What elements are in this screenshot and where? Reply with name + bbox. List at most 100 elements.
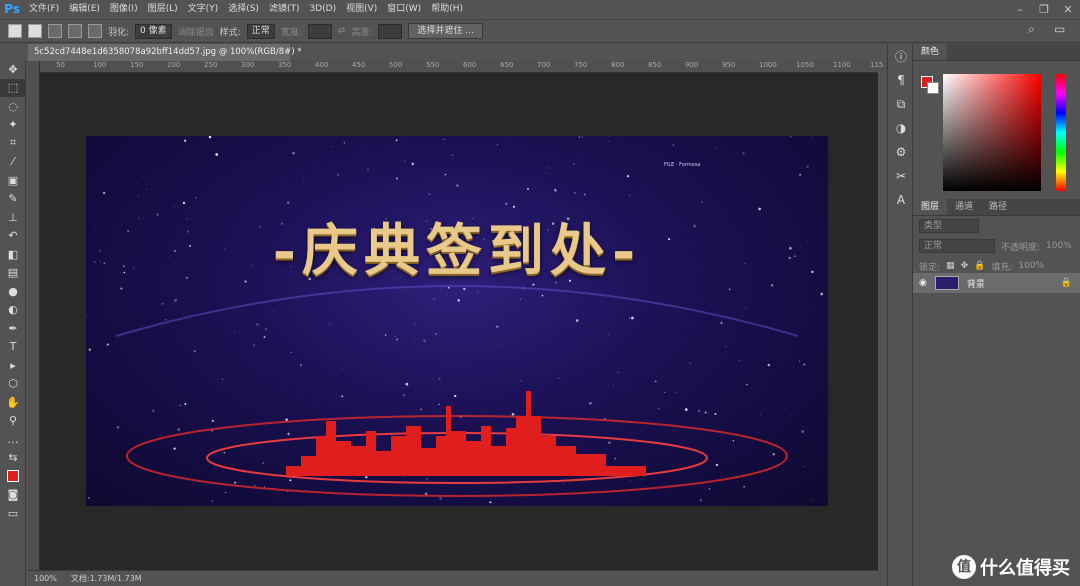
healing-brush-tool-icon[interactable]: ▣ xyxy=(0,171,26,190)
close-icon[interactable]: ✕ xyxy=(1056,0,1080,19)
new-selection-icon[interactable] xyxy=(28,24,42,38)
history-icon[interactable]: ⧉ xyxy=(888,92,914,116)
opacity-value[interactable]: 100% xyxy=(1046,241,1072,251)
layer-row-background[interactable]: ◉ 背景 🔒 xyxy=(913,273,1080,293)
tools-icon[interactable]: ✂ xyxy=(888,164,914,188)
layer-name[interactable]: 背景 xyxy=(967,277,985,290)
pen-tool-icon[interactable]: ✒ xyxy=(0,319,26,338)
ruler-tick: 250 xyxy=(204,61,218,69)
hue-slider[interactable] xyxy=(1056,74,1066,191)
document-image[interactable]: FILE · Formosa -庆典签到处- xyxy=(86,136,828,506)
search-icon[interactable]: ⌕ xyxy=(1028,22,1044,38)
ruler-tick: 1050 xyxy=(796,61,814,69)
width-input[interactable] xyxy=(307,23,332,39)
swap-colors-icon[interactable]: ⇆ xyxy=(0,449,26,468)
character-icon[interactable]: A xyxy=(888,188,914,212)
menu-select[interactable]: 选择(S) xyxy=(223,0,264,19)
opacity-label: 不透明度: xyxy=(1001,242,1041,253)
zoom-level[interactable]: 100% xyxy=(34,574,57,583)
menu-help[interactable]: 帮助(H) xyxy=(426,0,468,19)
workspace-icon[interactable]: ▭ xyxy=(1054,22,1070,38)
eraser-tool-icon[interactable]: ◧ xyxy=(0,245,26,264)
subtract-selection-icon[interactable] xyxy=(68,24,82,38)
tab-paths[interactable]: 路径 xyxy=(981,199,1015,215)
foreground-color-swatch[interactable] xyxy=(0,467,26,486)
star xyxy=(411,162,415,166)
zoom-tool-icon[interactable]: ⚲ xyxy=(0,412,26,431)
menu-window[interactable]: 窗口(W) xyxy=(382,0,426,19)
menu-view[interactable]: 视图(V) xyxy=(341,0,382,19)
fill-value[interactable]: 100% xyxy=(1018,261,1044,271)
dodge-tool-icon[interactable]: ◐ xyxy=(0,301,26,320)
star xyxy=(426,478,429,481)
intersect-selection-icon[interactable] xyxy=(88,24,102,38)
magic-wand-tool-icon[interactable]: ✦ xyxy=(0,116,26,135)
horizontal-ruler: 50 100 150 200 250 300 350 400 450 500 550 600 650 70… xyxy=(28,61,883,73)
path-selection-tool-icon[interactable]: ▸ xyxy=(0,356,26,375)
star xyxy=(395,139,398,142)
lasso-tool-icon[interactable]: ◌ xyxy=(0,97,26,116)
select-and-mask-button[interactable]: 选择并遮住 ... xyxy=(408,23,483,39)
blend-mode-select[interactable]: 正常 xyxy=(919,239,995,253)
lock-all-icon[interactable]: 🔒 xyxy=(974,261,985,271)
star xyxy=(701,201,703,203)
lock-position-icon[interactable]: ✥ xyxy=(961,261,969,271)
marquee-tool-icon[interactable]: ⬚ xyxy=(0,78,26,97)
star xyxy=(664,391,666,393)
star xyxy=(120,287,123,290)
minimize-icon[interactable]: – xyxy=(1008,0,1032,19)
gradient-tool-icon[interactable]: ▤ xyxy=(0,264,26,283)
marquee-tool-icon[interactable] xyxy=(8,24,22,38)
tab-layers[interactable]: 图层 xyxy=(913,199,948,215)
maximize-icon[interactable]: ❐ xyxy=(1032,0,1056,19)
color-field[interactable] xyxy=(943,74,1041,191)
ruler-tick: 900 xyxy=(685,61,699,69)
move-tool-icon[interactable]: ✥ xyxy=(0,60,26,79)
adjustments-icon[interactable]: ◑ xyxy=(888,116,914,140)
menu-layer[interactable]: 图层(L) xyxy=(143,0,183,19)
properties-icon[interactable]: ⚙ xyxy=(888,140,914,164)
menu-3d[interactable]: 3D(D) xyxy=(304,0,341,19)
menu-image[interactable]: 图像(I) xyxy=(105,0,143,19)
star xyxy=(404,476,406,478)
height-input[interactable] xyxy=(378,23,403,39)
star xyxy=(434,333,437,336)
shape-tool-icon[interactable]: ⬡ xyxy=(0,375,26,394)
tab-color[interactable]: 颜色 xyxy=(913,44,948,60)
document-tab[interactable]: 5c52cd7448e1d6358078a92bff14dd57.jpg @ 1… xyxy=(28,44,302,61)
background-swatch[interactable] xyxy=(927,82,939,94)
star xyxy=(341,368,343,370)
ruler-tick: 350 xyxy=(278,61,292,69)
menu-file[interactable]: 文件(F) xyxy=(24,0,64,19)
type-tool-icon[interactable]: T xyxy=(0,338,26,357)
info-icon[interactable]: ⓘ xyxy=(888,44,914,68)
paragraph-icon[interactable]: ¶ xyxy=(888,68,914,92)
swap-icon[interactable]: ⇄ xyxy=(338,26,346,36)
star xyxy=(211,419,214,423)
antialias-checkbox[interactable]: 消除锯齿 xyxy=(178,25,214,38)
menu-filter[interactable]: 滤镜(T) xyxy=(264,0,305,19)
history-brush-tool-icon[interactable]: ↶ xyxy=(0,227,26,246)
add-selection-icon[interactable] xyxy=(48,24,62,38)
brush-tool-icon[interactable]: ✎ xyxy=(0,190,26,209)
eyedropper-tool-icon[interactable]: ⁄ xyxy=(0,153,26,172)
hand-tool-icon[interactable]: ✋ xyxy=(0,393,26,412)
star xyxy=(803,466,805,468)
menu-edit[interactable]: 编辑(E) xyxy=(64,0,105,19)
visibility-eye-icon[interactable]: ◉ xyxy=(919,278,927,288)
layer-filter-select[interactable]: 类型 xyxy=(919,219,979,233)
tab-channels[interactable]: 通道 xyxy=(947,199,981,215)
ruler-tick: 800 xyxy=(611,61,625,69)
lock-pixels-icon[interactable]: ▦ xyxy=(946,261,955,271)
menu-type[interactable]: 文字(Y) xyxy=(183,0,224,19)
crop-tool-icon[interactable]: ⌗ xyxy=(0,134,26,153)
style-select[interactable]: 正常 xyxy=(246,23,275,39)
ruler-tick: 750 xyxy=(574,61,588,69)
clone-stamp-tool-icon[interactable]: ⊥ xyxy=(0,208,26,227)
options-bar: 羽化: 0 像素 消除锯齿 样式: 正常 宽度: ⇄ 高度: 选择并遮住 ... xyxy=(0,19,1080,43)
blur-tool-icon[interactable]: ● xyxy=(0,282,26,301)
more-tools-icon[interactable]: … xyxy=(0,430,26,449)
quick-mask-icon[interactable]: ◙ xyxy=(0,486,26,505)
feather-input[interactable]: 0 像素 xyxy=(135,23,172,39)
screen-mode-icon[interactable]: ▭ xyxy=(0,504,26,523)
